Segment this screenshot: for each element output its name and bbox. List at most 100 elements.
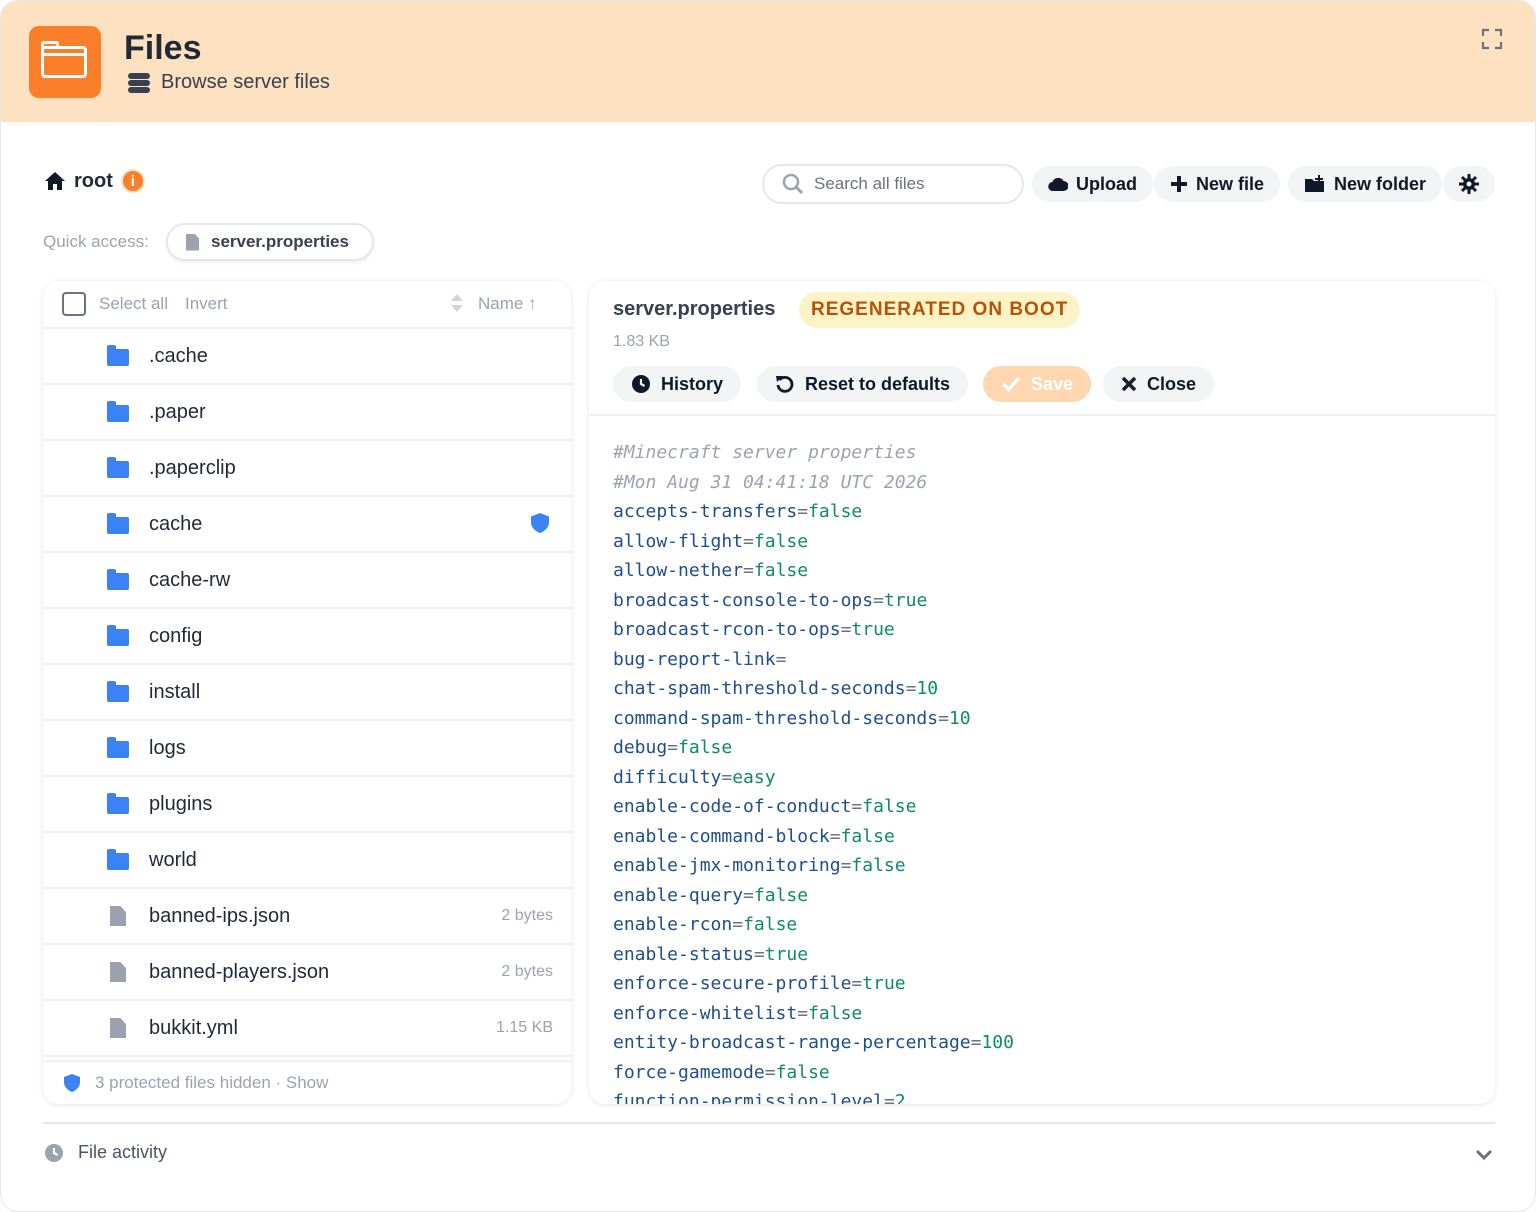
property-key: entity-broadcast-range-percentage — [613, 1032, 971, 1053]
breadcrumb-root[interactable]: root — [74, 170, 113, 193]
property-value: false — [862, 796, 917, 817]
file-row[interactable]: .cache — [43, 329, 571, 385]
equals-sign: = — [905, 678, 917, 699]
settings-button[interactable] — [1443, 166, 1495, 202]
code-line: broadcast-rcon-to-ops=true — [613, 615, 1483, 645]
file-row[interactable]: bukkit.yml 1.15 KB — [43, 1001, 571, 1057]
file-row[interactable]: banned-ips.json 2 bytes — [43, 889, 571, 945]
select-all-checkbox[interactable] — [62, 292, 86, 316]
file-row[interactable]: logs — [43, 721, 571, 777]
code-line: chat-spam-threshold-seconds=10 — [613, 674, 1483, 704]
property-key: allow-flight — [613, 530, 744, 552]
history-button[interactable]: History — [613, 366, 742, 402]
reset-defaults-button[interactable]: Reset to defaults — [757, 366, 969, 402]
page-subtitle: Browse server files — [127, 71, 330, 94]
shield-icon — [64, 1074, 80, 1092]
file-name: install — [149, 681, 201, 703]
search-icon — [782, 173, 804, 195]
file-name: banned-ips.json — [149, 905, 291, 927]
property-key: difficulty — [613, 766, 722, 788]
file-row[interactable]: cache-rw — [43, 553, 571, 609]
code-line: enforce-whitelist=false — [613, 999, 1483, 1029]
folder-app-icon — [29, 26, 101, 98]
property-key: enable-command-block — [613, 825, 830, 847]
equals-sign: = — [938, 707, 949, 729]
select-all-link[interactable]: Select all — [99, 294, 168, 314]
new-file-label: New file — [1196, 173, 1265, 194]
folder-icon — [107, 849, 129, 870]
property-key: broadcast-rcon-to-ops — [613, 619, 841, 640]
file-row[interactable]: config — [43, 609, 571, 665]
code-line: entity-broadcast-range-percentage=100 — [613, 1028, 1483, 1058]
file-name: cache-rw — [149, 569, 231, 591]
code-line: enable-status=true — [613, 940, 1483, 970]
file-row[interactable]: plugins — [43, 777, 571, 833]
code-line: enforce-secure-profile=true — [613, 969, 1483, 999]
close-icon — [1121, 376, 1137, 392]
upload-button[interactable]: Upload — [1032, 166, 1153, 202]
folder-icon — [107, 513, 129, 534]
new-folder-button[interactable]: New folder — [1288, 166, 1443, 202]
check-icon — [1001, 376, 1021, 392]
property-key: function-permission-level — [613, 1091, 884, 1104]
property-value: easy — [732, 766, 776, 788]
property-key: enable-code-of-conduct — [613, 796, 852, 817]
save-button[interactable]: Save — [983, 366, 1092, 402]
cloud-icon — [1048, 177, 1068, 192]
equals-sign: = — [753, 943, 765, 965]
sort-by-name[interactable]: Name ↑ — [478, 294, 537, 314]
equals-sign: = — [743, 560, 754, 581]
new-file-button[interactable]: New file — [1154, 166, 1281, 202]
folder-plus-icon — [1305, 175, 1324, 192]
folder-icon — [107, 625, 129, 646]
protected-files-footer[interactable]: 3 protected files hidden · Show — [43, 1060, 571, 1104]
file-activity-toggle[interactable]: File activity — [44, 1142, 167, 1163]
equals-sign: = — [829, 825, 841, 847]
info-icon[interactable]: i — [120, 169, 145, 193]
sort-icon[interactable] — [449, 293, 465, 313]
code-line: bug-report-link= — [613, 645, 1483, 675]
fullscreen-icon[interactable] — [1481, 28, 1503, 50]
property-value: false — [840, 825, 895, 847]
file-icon — [107, 1018, 129, 1038]
shield-icon — [531, 513, 549, 533]
equals-sign: = — [851, 796, 863, 817]
property-value: false — [775, 1061, 830, 1083]
search-input[interactable] — [814, 174, 1004, 194]
file-row[interactable]: .paper — [43, 385, 571, 441]
code-line: force-gamemode=false — [613, 1058, 1483, 1088]
code-line: enable-query=false — [613, 881, 1483, 911]
file-row[interactable]: cache — [43, 497, 571, 553]
code-comment: #Minecraft server properties — [613, 442, 917, 463]
file-rows: .cache .paper .paperclip cache cache-rw confi… — [43, 329, 571, 1057]
folder-icon — [107, 457, 129, 478]
property-key: debug — [613, 737, 668, 758]
file-name: banned-players.json — [149, 961, 330, 983]
file-row[interactable]: install — [43, 665, 571, 721]
file-list-panel: Select all Invert Name ↑ .cache .paper .pa… — [43, 281, 571, 1104]
file-name: .cache — [149, 345, 208, 367]
home-icon[interactable] — [44, 171, 66, 191]
file-list-header: Select all Invert Name ↑ — [43, 281, 571, 329]
code-editor[interactable]: #Minecraft server properties #Mon Aug 31 … — [613, 438, 1483, 1104]
file-size: 2 bytes — [501, 907, 553, 924]
file-row[interactable]: world — [43, 833, 571, 889]
property-key: enable-jmx-monitoring — [613, 855, 841, 876]
clock-icon — [632, 375, 650, 393]
file-name: .paper — [149, 401, 206, 423]
folder-icon — [107, 681, 129, 702]
chevron-down-icon[interactable] — [1474, 1144, 1494, 1164]
quick-access-chip[interactable]: server.properties — [166, 223, 374, 261]
file-row[interactable]: banned-players.json 2 bytes — [43, 945, 571, 1001]
close-button[interactable]: Close — [1103, 366, 1215, 402]
property-key: enforce-secure-profile — [613, 973, 852, 994]
gear-icon — [1459, 174, 1479, 194]
property-value: 10 — [948, 707, 971, 729]
folder-icon — [107, 737, 129, 758]
invert-link[interactable]: Invert — [185, 294, 228, 314]
file-row[interactable]: .paperclip — [43, 441, 571, 497]
search-box[interactable] — [762, 164, 1024, 204]
undo-icon — [776, 375, 794, 393]
clock-icon — [45, 1143, 63, 1162]
code-line: broadcast-console-to-ops=true — [613, 586, 1483, 616]
